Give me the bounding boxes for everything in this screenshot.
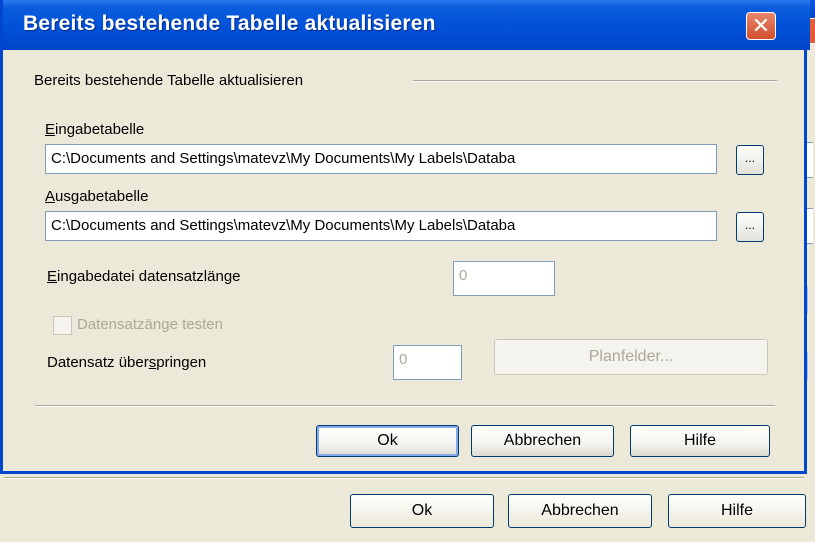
background-separator [4, 477, 804, 479]
ok-button[interactable]: Ok [316, 425, 459, 457]
dialog-titlebar[interactable]: Bereits bestehende Tabelle aktualisieren… [3, 0, 810, 50]
output-table-label: Ausgabetabelle [45, 188, 149, 205]
background-ok-button[interactable]: Ok [350, 494, 494, 528]
help-button[interactable]: Hilfe [630, 425, 770, 457]
group-label: Bereits bestehende Tabelle aktualisieren [34, 72, 304, 89]
test-record-length-label: Datensatzänge testen [77, 316, 223, 333]
test-record-length-checkbox[interactable] [53, 316, 72, 335]
input-table-browse-button[interactable]: ... [736, 145, 764, 175]
background-cancel-button[interactable]: Abbrechen [508, 494, 652, 528]
dialog-separator [35, 405, 775, 407]
output-table-field[interactable]: C:\Documents and Settings\matevz\My Docu… [45, 211, 717, 241]
skip-records-field[interactable]: 0 [393, 345, 462, 380]
input-table-field[interactable]: C:\Documents and Settings\matevz\My Docu… [45, 144, 717, 174]
dialog-title: Bereits bestehende Tabelle aktualisieren [23, 12, 436, 35]
background-help-button[interactable]: Hilfe [668, 494, 806, 528]
group-divider [413, 80, 777, 82]
record-length-field[interactable]: 0 [453, 261, 555, 296]
close-icon[interactable]: ✕ [746, 12, 776, 40]
input-table-label: Eingabetabelle [45, 121, 145, 138]
skip-records-label: Datensatz überspringen [47, 354, 207, 371]
record-length-label: Eingabedatei datensatzlänge [47, 268, 241, 285]
field-layout-button[interactable]: Planfelder... [494, 339, 768, 375]
output-table-browse-button[interactable]: ... [736, 212, 764, 242]
update-table-dialog: Bereits bestehende Tabelle aktualisieren… [0, 0, 810, 474]
cancel-button[interactable]: Abbrechen [471, 425, 614, 457]
